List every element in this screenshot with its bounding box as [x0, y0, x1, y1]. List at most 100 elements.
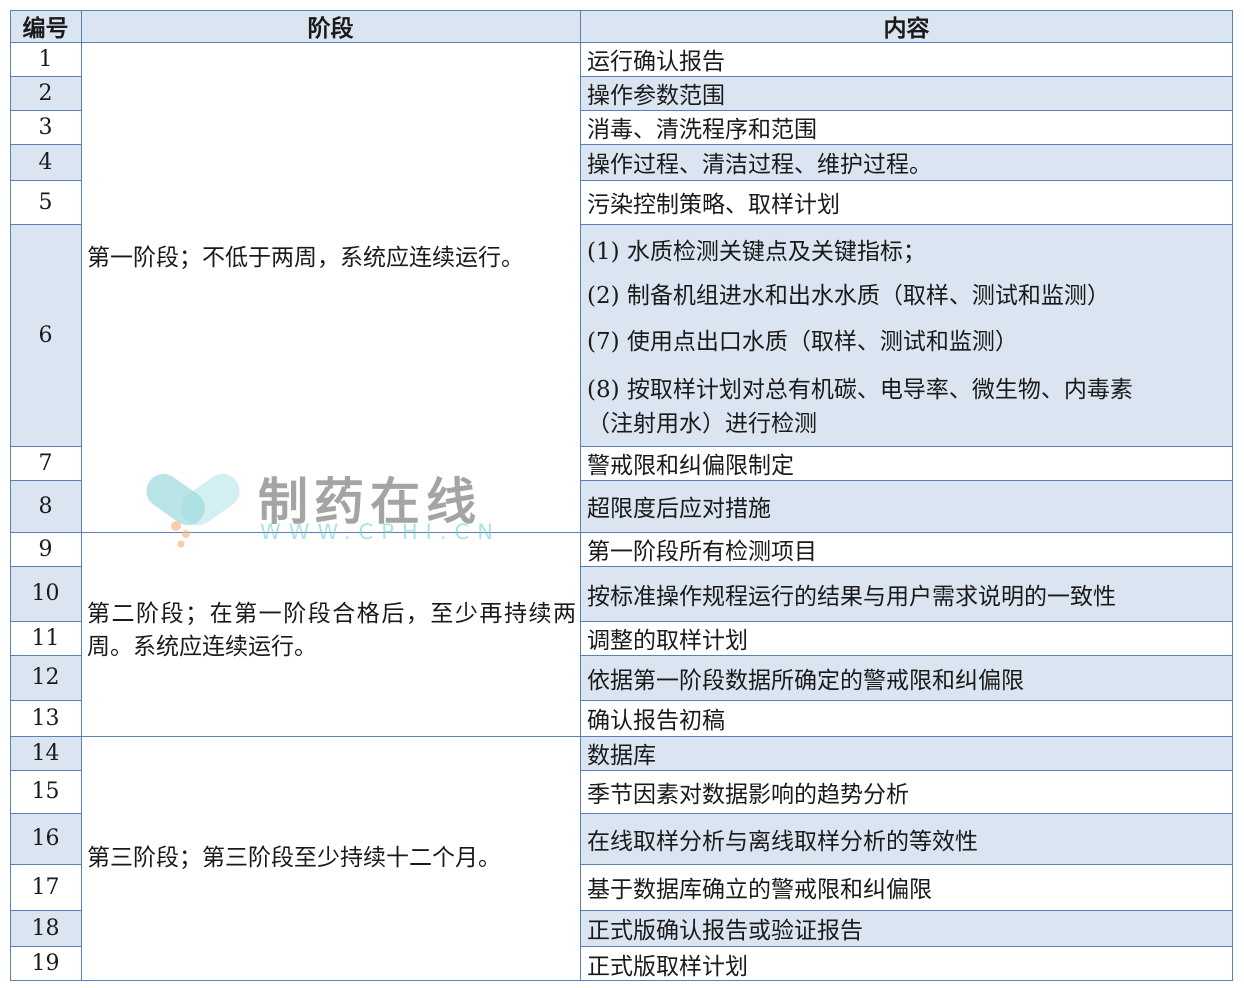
grid-line-horizontal [81, 980, 580, 981]
grid-line-horizontal [10, 770, 81, 771]
grid-line-horizontal [580, 566, 1233, 567]
grid-line-horizontal [580, 480, 1233, 481]
row-number: 11 [10, 621, 81, 655]
row-content: 依据第一阶段数据所确定的警戒限和纠偏限 [580, 655, 1233, 700]
grid-line-vertical [580, 10, 581, 981]
grid-line-horizontal [580, 180, 1233, 181]
grid-line-horizontal [10, 10, 1233, 11]
grid-line-horizontal [10, 144, 81, 145]
grid-line-horizontal [580, 736, 1233, 737]
row-number: 1 [10, 42, 81, 76]
stage-text: 第一阶段；不低于两周，系统应连续运行。 [87, 245, 524, 271]
row-content: (1) 水质检测关键点及关键指标； (2) 制备机组进水和出水水质（取样、测试和监… [580, 224, 1233, 446]
grid-line-horizontal [580, 813, 1233, 814]
row-number: 12 [10, 655, 81, 700]
content-line: (1) 水质检测关键点及关键指标； [587, 239, 926, 265]
row-content: 确认报告初稿 [580, 700, 1233, 736]
header-content: 内容 [580, 10, 1233, 42]
grid-line-horizontal [10, 910, 81, 911]
row-number: 8 [10, 480, 81, 532]
grid-line-horizontal [10, 700, 81, 701]
stage-text: 第二阶段；在第一阶段合格后，至少再持续两周。系统应连续运行。 [87, 601, 576, 660]
row-number: 6 [10, 224, 81, 446]
row-number: 5 [10, 180, 81, 224]
row-content: 第一阶段所有检测项目 [580, 532, 1233, 566]
grid-line-horizontal [580, 110, 1233, 111]
content-line: （注射用水）进行检测 [587, 411, 817, 437]
row-content: 调整的取样计划 [580, 621, 1233, 655]
row-number: 10 [10, 566, 81, 621]
row-number: 7 [10, 446, 81, 480]
grid-line-horizontal [580, 224, 1233, 225]
row-content: 超限度后应对措施 [580, 480, 1233, 532]
grid-line-horizontal [580, 532, 1233, 533]
capsule-logo-icon [146, 473, 240, 548]
row-content: 正式版取样计划 [580, 946, 1233, 981]
grid-line-horizontal [10, 946, 81, 947]
row-content: 正式版确认报告或验证报告 [580, 910, 1233, 946]
watermark-url: WWW.CPHI.CN [260, 520, 501, 544]
grid-line-vertical [10, 10, 11, 981]
grid-line-horizontal [10, 76, 81, 77]
row-number: 14 [10, 736, 81, 770]
row-number: 15 [10, 770, 81, 813]
grid-line-horizontal [580, 621, 1233, 622]
grid-line-horizontal [580, 864, 1233, 865]
content-line: (7) 使用点出口水质（取样、测试和监测） [587, 329, 1018, 355]
row-content: 消毒、清洗程序和范围 [580, 110, 1233, 144]
grid-line-horizontal [580, 910, 1233, 911]
grid-line-horizontal [580, 144, 1233, 145]
grid-line-horizontal [10, 446, 81, 447]
row-content: 运行确认报告 [580, 42, 1233, 76]
row-content: 基于数据库确立的警戒限和纠偏限 [580, 864, 1233, 910]
stage-cell: 第二阶段；在第一阶段合格后，至少再持续两周。系统应连续运行。 [81, 532, 580, 736]
watermark: 制药在线 WWW.CPHI.CN [134, 462, 494, 552]
grid-line-horizontal [580, 980, 1233, 981]
row-content: 在线取样分析与离线取样分析的等效性 [580, 813, 1233, 864]
grid-line-horizontal [10, 480, 81, 481]
row-number: 19 [10, 946, 81, 981]
row-number: 18 [10, 910, 81, 946]
grid-line-horizontal [10, 980, 81, 981]
row-content: 操作参数范围 [580, 76, 1233, 110]
grid-line-horizontal [10, 655, 81, 656]
stage-cell: 第一阶段；不低于两周，系统应连续运行。 [81, 42, 580, 532]
grid-line-horizontal [580, 655, 1233, 656]
grid-line-horizontal [580, 446, 1233, 447]
grid-line-horizontal [10, 864, 81, 865]
row-number: 2 [10, 76, 81, 110]
grid-line-horizontal [10, 42, 1233, 43]
row-content: 按标准操作规程运行的结果与用户需求说明的一致性 [580, 566, 1233, 621]
grid-line-horizontal [10, 180, 81, 181]
grid-line-horizontal [580, 76, 1233, 77]
grid-line-horizontal [10, 224, 81, 225]
row-content: 警戒限和纠偏限制定 [580, 446, 1233, 480]
content-line: (8) 按取样计划对总有机碳、电导率、微生物、内毒素 [587, 377, 1133, 403]
grid-line-vertical [1232, 10, 1233, 981]
stage-text: 第三阶段；第三阶段至少持续十二个月。 [87, 845, 501, 871]
row-number: 16 [10, 813, 81, 864]
grid-line-vertical [81, 10, 82, 981]
grid-line-horizontal [10, 566, 81, 567]
row-number: 17 [10, 864, 81, 910]
row-number: 13 [10, 700, 81, 736]
stage-cell: 第三阶段；第三阶段至少持续十二个月。 [81, 736, 580, 981]
row-content: 操作过程、清洁过程、维护过程。 [580, 144, 1233, 180]
grid-line-horizontal [10, 110, 81, 111]
row-number: 4 [10, 144, 81, 180]
header-num: 编号 [10, 10, 81, 42]
grid-line-horizontal [10, 532, 81, 533]
content-line: (2) 制备机组进水和出水水质（取样、测试和监测） [587, 283, 1110, 309]
header-stage: 阶段 [81, 10, 580, 42]
grid-line-horizontal [10, 621, 81, 622]
row-content: 污染控制策略、取样计划 [580, 180, 1233, 224]
grid-line-horizontal [10, 736, 81, 737]
row-content: 数据库 [580, 736, 1233, 770]
grid-line-horizontal [580, 946, 1233, 947]
grid-line-horizontal [81, 736, 580, 737]
grid-line-horizontal [580, 770, 1233, 771]
row-content: 季节因素对数据影响的趋势分析 [580, 770, 1233, 813]
row-number: 3 [10, 110, 81, 144]
grid-line-horizontal [10, 813, 81, 814]
grid-line-horizontal [580, 700, 1233, 701]
